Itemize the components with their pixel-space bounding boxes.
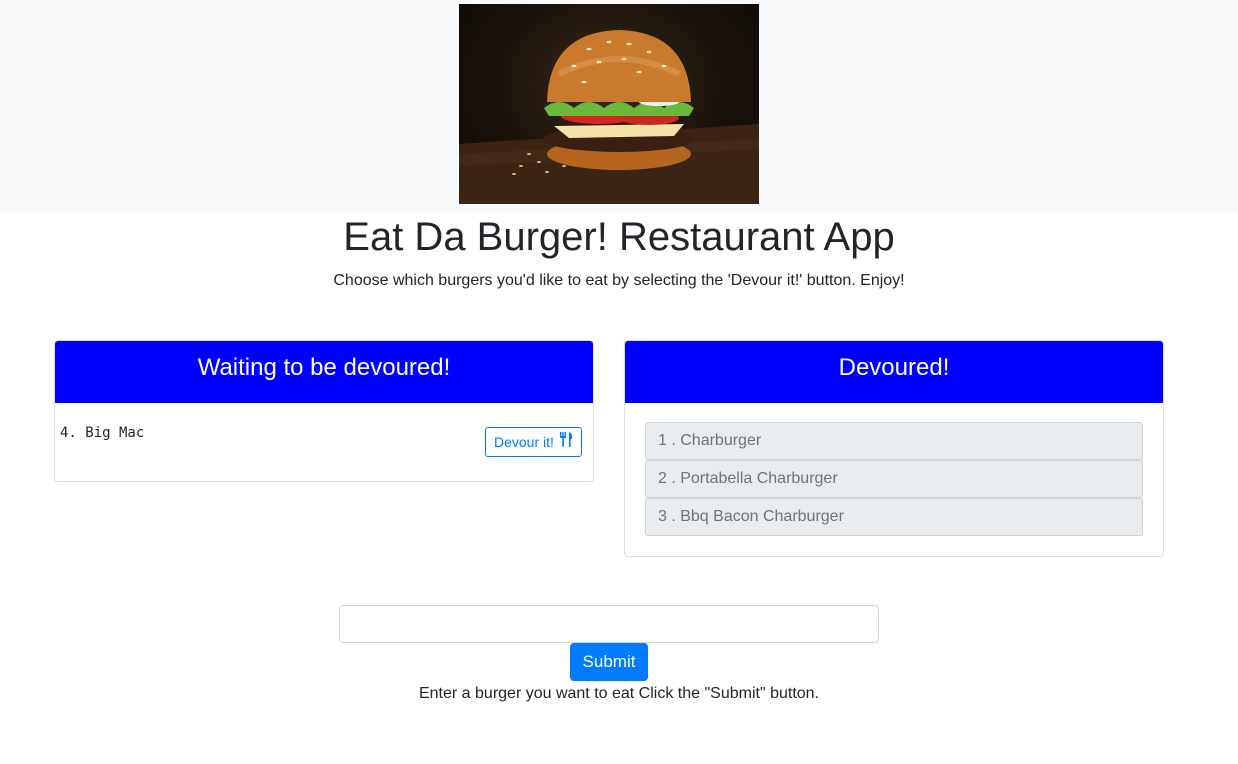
form-instructions: Enter a burger you want to eat Click the…	[418, 685, 819, 702]
submit-button[interactable]: Submit	[570, 643, 648, 681]
burger-image	[459, 4, 759, 204]
devour-button[interactable]: Devour it!	[485, 427, 582, 457]
hero-banner	[0, 0, 1238, 212]
waiting-card: Waiting to be devoured! 4. Big Mac Devou…	[54, 340, 594, 482]
devoured-item: 3 . Bbq Bacon Charburger	[645, 498, 1143, 536]
waiting-card-header: Waiting to be devoured!	[55, 341, 593, 403]
devoured-card: Devoured! 1 . Charburger 2 . Portabella …	[624, 340, 1164, 557]
devoured-item: 2 . Portabella Charburger	[645, 460, 1143, 498]
burger-name-input[interactable]	[339, 605, 879, 643]
page-title: Eat Da Burger! Restaurant App	[343, 215, 895, 259]
waiting-item-label: 4. Big Mac	[60, 425, 145, 441]
devoured-item: 1 . Charburger	[645, 422, 1143, 460]
devoured-list: 1 . Charburger 2 . Portabella Charburger…	[645, 422, 1143, 536]
devoured-card-header: Devoured!	[625, 341, 1163, 403]
devour-button-label: Devour it!	[494, 434, 554, 450]
page-subtitle: Choose which burgers you'd like to eat b…	[333, 272, 905, 289]
utensils-icon	[559, 428, 573, 456]
